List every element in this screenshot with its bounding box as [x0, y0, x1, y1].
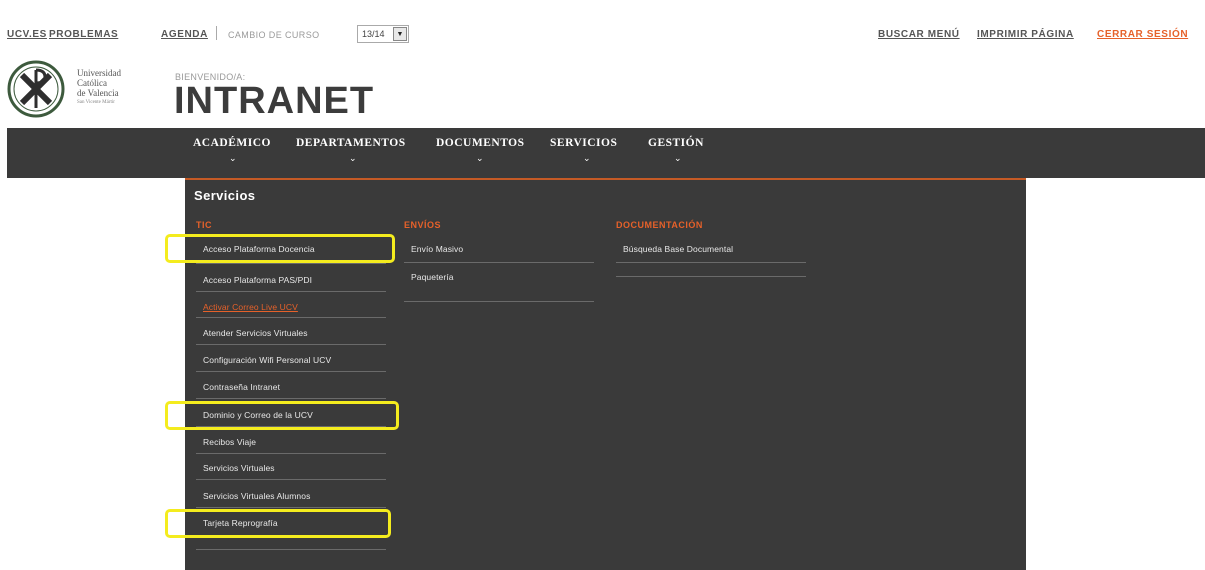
- chevron-down-icon: ⌄: [583, 153, 591, 163]
- menu-item-busqueda-base-documental[interactable]: Búsqueda Base Documental: [623, 244, 733, 254]
- menu-item-acceso-plataforma-pas-pdi[interactable]: Acceso Plataforma PAS/PDI: [203, 275, 312, 285]
- nav-departamentos[interactable]: DEPARTAMENTOS: [296, 137, 406, 149]
- curso-select[interactable]: 13/14 ▼: [357, 25, 409, 43]
- page-title: INTRANET: [174, 80, 375, 122]
- dropdown-arrow-icon[interactable]: ▼: [393, 27, 407, 41]
- divider: [196, 263, 386, 264]
- chevron-down-icon: ⌄: [349, 153, 357, 163]
- menu-item-servicios-virtuales[interactable]: Servicios Virtuales: [203, 463, 275, 473]
- highlight-box: [165, 234, 395, 263]
- menu-item-activar-correo-live[interactable]: Activar Correo Live UCV: [203, 302, 298, 312]
- divider: [404, 301, 594, 302]
- chevron-down-icon: ⌄: [674, 153, 682, 163]
- logo-line-1: Universidad: [77, 68, 121, 78]
- column-heading-envios: ENVÍOS: [404, 220, 442, 230]
- highlight-box: [165, 509, 391, 538]
- menu-item-configuracion-wifi[interactable]: Configuración Wifi Personal UCV: [203, 355, 331, 365]
- divider: [196, 398, 386, 399]
- divider: [196, 453, 386, 454]
- dropdown-title: Servicios: [194, 188, 256, 203]
- highlight-box: [165, 401, 399, 430]
- logo-line-3: de Valencia: [77, 88, 119, 98]
- page: UCV.ES PROBLEMAS AGENDA CAMBIO DE CURSO …: [0, 0, 1205, 570]
- menu-item-envio-masivo[interactable]: Envío Masivo: [411, 244, 463, 254]
- column-heading-documentacion: DOCUMENTACIÓN: [616, 220, 703, 230]
- curso-label: CAMBIO DE CURSO: [228, 30, 320, 40]
- imprimir-pagina-link[interactable]: IMPRIMIR PÁGINA: [977, 29, 1074, 40]
- nav-gestion[interactable]: GESTIÓN: [648, 137, 704, 149]
- ucv-link[interactable]: UCV.ES: [7, 29, 47, 40]
- divider: [196, 317, 386, 318]
- divider: [616, 262, 806, 263]
- agenda-link[interactable]: AGENDA: [161, 29, 208, 40]
- divider: [616, 276, 806, 277]
- divider: [216, 26, 217, 40]
- nav-documentos[interactable]: DOCUMENTOS: [436, 137, 525, 149]
- divider: [196, 507, 386, 508]
- divider: [196, 371, 386, 372]
- menu-item-recibos-viaje[interactable]: Recibos Viaje: [203, 437, 256, 447]
- nav-academico[interactable]: ACADÉMICO: [193, 137, 271, 149]
- university-name: Universidad Católica de Valencia San Vic…: [77, 68, 121, 108]
- divider: [196, 479, 386, 480]
- chevron-down-icon: ⌄: [476, 153, 484, 163]
- menu-item-atender-servicios-virtuales[interactable]: Atender Servicios Virtuales: [203, 328, 308, 338]
- divider: [196, 549, 386, 550]
- chevron-down-icon: ⌄: [229, 153, 237, 163]
- ucv-seal-icon[interactable]: [7, 60, 65, 118]
- curso-value: 13/14: [362, 29, 385, 39]
- divider: [196, 291, 386, 292]
- menu-item-contrasena-intranet[interactable]: Contraseña Intranet: [203, 382, 280, 392]
- logo-line-2: Católica: [77, 78, 107, 88]
- divider: [196, 344, 386, 345]
- problemas-link[interactable]: PROBLEMAS: [49, 29, 118, 40]
- divider: [404, 262, 594, 263]
- menu-item-paqueteria[interactable]: Paquetería: [411, 272, 454, 282]
- column-heading-tic: TIC: [196, 220, 212, 230]
- logo-line-4: San Vicente Mártir: [77, 100, 115, 105]
- buscar-menu-link[interactable]: BUSCAR MENÚ: [878, 29, 960, 40]
- top-bar: UCV.ES PROBLEMAS AGENDA CAMBIO DE CURSO …: [0, 0, 1205, 52]
- menu-item-servicios-virtuales-alumnos[interactable]: Servicios Virtuales Alumnos: [203, 491, 310, 501]
- nav-servicios[interactable]: SERVICIOS: [550, 137, 617, 149]
- cerrar-sesion-link[interactable]: CERRAR SESIÓN: [1097, 29, 1188, 40]
- main-nav-bar: [7, 128, 1205, 178]
